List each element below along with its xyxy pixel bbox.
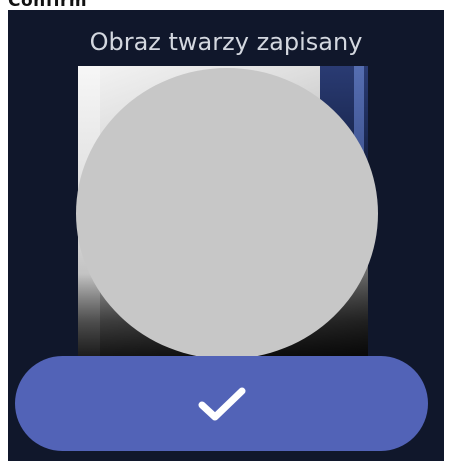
top-header-strip: Confirm xyxy=(0,0,452,10)
face-capture-screen: Obraz twarzy zapisany xyxy=(8,10,444,461)
face-redaction-circle xyxy=(76,68,378,359)
confirm-button[interactable] xyxy=(15,356,428,451)
cut-header-text: Confirm xyxy=(8,0,88,10)
page-title: Obraz twarzy zapisany xyxy=(89,28,363,56)
check-icon xyxy=(198,387,245,420)
